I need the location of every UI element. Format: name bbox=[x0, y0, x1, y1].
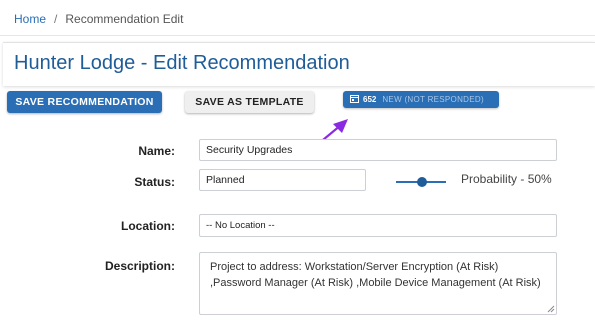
page-title: Hunter Lodge - Edit Recommendation bbox=[14, 52, 350, 74]
status-badge[interactable]: 652 NEW (NOT RESPONDED) bbox=[343, 91, 499, 108]
breadcrumb-current: Recommendation Edit bbox=[65, 12, 184, 26]
badge-count: 652 bbox=[363, 95, 377, 104]
breadcrumb-separator: / bbox=[54, 12, 58, 26]
status-field[interactable]: Planned bbox=[199, 169, 366, 191]
name-label: Name: bbox=[138, 144, 175, 158]
probability-slider[interactable] bbox=[396, 176, 446, 188]
probability-label: Probability - 50% bbox=[461, 172, 552, 186]
save-as-template-button[interactable]: SAVE AS TEMPLATE bbox=[185, 91, 314, 113]
description-label: Description: bbox=[104, 259, 175, 273]
breadcrumb-bar: Home / Recommendation Edit bbox=[0, 0, 595, 36]
title-card: Hunter Lodge - Edit Recommendation bbox=[3, 42, 595, 86]
slider-thumb[interactable] bbox=[417, 177, 427, 187]
resize-grip-icon[interactable] bbox=[547, 305, 555, 313]
breadcrumb-home-link[interactable]: Home bbox=[14, 12, 46, 26]
save-recommendation-button[interactable]: SAVE RECOMMENDATION bbox=[7, 91, 162, 113]
calendar-icon bbox=[350, 94, 359, 103]
description-textarea[interactable]: Project to address: Workstation/Server E… bbox=[199, 252, 557, 315]
status-label: Status: bbox=[134, 175, 175, 189]
breadcrumb: Home / Recommendation Edit bbox=[14, 12, 183, 26]
badge-state: NEW (NOT RESPONDED) bbox=[382, 95, 484, 104]
location-select[interactable]: -- No Location -- bbox=[199, 214, 557, 237]
location-label: Location: bbox=[121, 219, 175, 233]
name-field[interactable] bbox=[199, 139, 557, 161]
